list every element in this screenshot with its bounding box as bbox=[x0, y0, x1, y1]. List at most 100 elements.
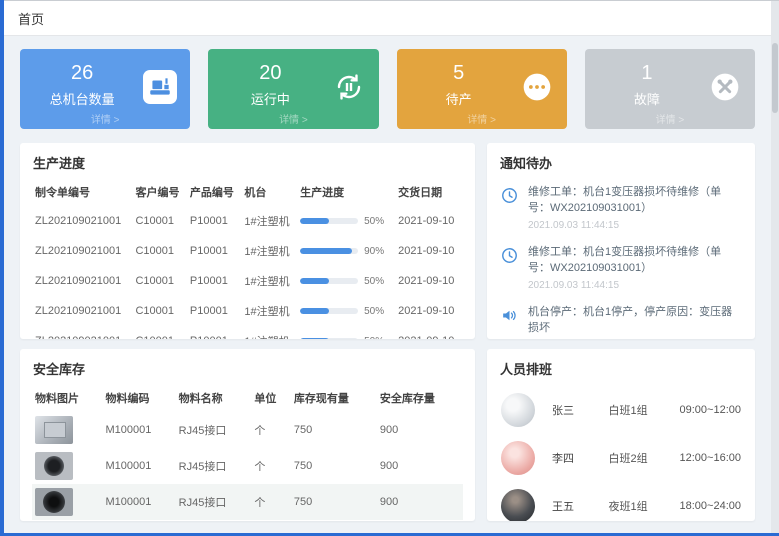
card-value: 20 bbox=[208, 62, 332, 84]
cell-code: M100001 bbox=[103, 484, 176, 520]
main-content: 26 总机台数量 详情 > 20 运行中 bbox=[4, 36, 771, 521]
cell-code: M100001 bbox=[103, 412, 176, 448]
cell-order: ZL202109021001 bbox=[32, 236, 132, 266]
ellipsis-icon bbox=[520, 70, 554, 104]
cell-unit: 个 bbox=[251, 448, 290, 484]
staff-row: 王五 夜班1组 18:00~24:00 bbox=[501, 482, 741, 521]
card-detail-link[interactable]: 详情 > bbox=[208, 111, 378, 126]
card-text: 20 运行中 bbox=[208, 62, 332, 108]
card-detail-link[interactable]: 详情 > bbox=[397, 111, 567, 126]
cell-stock: 750 bbox=[291, 448, 377, 484]
cell-date: 2021-09-10 bbox=[395, 206, 463, 236]
card-text: 5 待产 bbox=[397, 62, 521, 108]
staff-name: 张三 bbox=[552, 402, 608, 418]
cell-product: P10001 bbox=[187, 266, 241, 296]
cell-product: P10001 bbox=[187, 206, 241, 236]
table-row: ZL202109021001 C10001 P10001 1#注塑机 50% 2… bbox=[32, 206, 463, 236]
cell-machine: 1#注塑机 bbox=[241, 266, 297, 296]
speaker-icon bbox=[500, 306, 519, 325]
stat-cards-row: 26 总机台数量 详情 > 20 运行中 bbox=[20, 49, 755, 129]
cell-product: P10001 bbox=[187, 296, 241, 326]
cell-customer: C10001 bbox=[132, 236, 186, 266]
inventory-table: 物料图片 物料编码 物料名称 单位 库存现有量 安全库存量 M100001 R bbox=[32, 384, 463, 520]
staff-row: 李四 白班2组 12:00~16:00 bbox=[501, 434, 741, 482]
card-detail-link[interactable]: 详情 > bbox=[585, 111, 755, 126]
card-label: 总机台数量 bbox=[20, 89, 144, 108]
cell-date: 2021-09-10 bbox=[395, 236, 463, 266]
avatar bbox=[501, 441, 535, 475]
column-header: 单位 bbox=[251, 384, 290, 412]
tools-icon bbox=[708, 70, 742, 104]
notification-body: 维修工单：机台1变压器损坏待维修（单号：WX202109031001） 2021… bbox=[528, 245, 742, 291]
card-detail-link[interactable]: 详情 > bbox=[20, 111, 190, 126]
notification-item[interactable]: 维修工单：机台1变压器损坏待维修（单号：WX202109031001） 2021… bbox=[500, 178, 742, 238]
card-running[interactable]: 20 运行中 详情 > bbox=[208, 49, 378, 129]
clock-icon bbox=[500, 246, 519, 265]
panel-notifications: 通知待办 维修工单：机台1变压器损坏待维修（单号：WX202109031001）… bbox=[487, 143, 755, 339]
staff-name: 王五 bbox=[552, 498, 608, 514]
notification-item[interactable]: 维修工单：机台1变压器损坏待维修（单号：WX202109031001） 2021… bbox=[500, 238, 742, 298]
progress-bar bbox=[300, 278, 358, 284]
cell-safety: 900 bbox=[377, 412, 463, 448]
cell-order: ZL202109021001 bbox=[32, 296, 132, 326]
progress-label: 50% bbox=[364, 276, 384, 287]
scrollbar-thumb[interactable] bbox=[772, 43, 778, 113]
card-waiting[interactable]: 5 待产 详情 > bbox=[397, 49, 567, 129]
cell-product: P10001 bbox=[187, 236, 241, 266]
panel-title: 安全库存 bbox=[20, 349, 475, 382]
scrollbar-track[interactable] bbox=[771, 1, 779, 533]
running-icon bbox=[332, 70, 366, 104]
progress-label: 50% bbox=[364, 336, 384, 340]
cell-unit: 个 bbox=[251, 412, 290, 448]
panel-staffing: 人员排班 张三 白班1组 09:00~12:00 李四 白班2组 12:00~1… bbox=[487, 349, 755, 521]
card-value: 5 bbox=[397, 62, 521, 84]
column-header: 物料编码 bbox=[103, 384, 176, 412]
column-header: 交货日期 bbox=[395, 178, 463, 206]
cell-image bbox=[32, 484, 103, 520]
notification-list: 维修工单：机台1变压器损坏待维修（单号：WX202109031001） 2021… bbox=[487, 176, 755, 339]
column-header: 物料图片 bbox=[32, 384, 103, 412]
notification-item[interactable]: 机台停产：机台1停产，停产原因：变压器损坏 2021.09.03 11:44:1… bbox=[500, 298, 742, 339]
avatar bbox=[501, 489, 535, 521]
rj45-connector-photo bbox=[35, 416, 73, 444]
clock-icon bbox=[500, 186, 519, 205]
panel-title: 人员排班 bbox=[487, 349, 755, 382]
column-header: 客户编号 bbox=[132, 178, 186, 206]
column-header: 物料名称 bbox=[176, 384, 252, 412]
card-text: 1 故障 bbox=[585, 62, 709, 108]
cell-date: 2021-09-10 bbox=[395, 296, 463, 326]
card-total-machines[interactable]: 26 总机台数量 详情 > bbox=[20, 49, 190, 129]
column-header: 产品编号 bbox=[187, 178, 241, 206]
progress-label: 90% bbox=[364, 246, 384, 257]
staff-time: 18:00~24:00 bbox=[680, 500, 741, 512]
speaker-photo bbox=[35, 488, 73, 516]
cell-progress: 90% bbox=[297, 236, 395, 266]
panel-production-progress: 生产进度 制令单编号 客户编号 产品编号 机台 生产进度 交货日期 bbox=[20, 143, 475, 339]
notification-body: 机台停产：机台1停产，停产原因：变压器损坏 2021.09.03 11:44:1… bbox=[528, 305, 742, 339]
cell-name: RJ45接口 bbox=[176, 412, 252, 448]
production-table: 制令单编号 客户编号 产品编号 机台 生产进度 交货日期 ZL202109021… bbox=[32, 178, 463, 339]
panel-safety-stock: 安全库存 物料图片 物料编码 物料名称 单位 库存现有量 安全库存量 bbox=[20, 349, 475, 521]
card-text: 26 总机台数量 bbox=[20, 62, 144, 108]
card-value: 1 bbox=[585, 62, 709, 84]
card-value: 26 bbox=[20, 62, 144, 84]
cell-customer: C10001 bbox=[132, 266, 186, 296]
progress-bar bbox=[300, 248, 358, 254]
progress-bar bbox=[300, 218, 358, 224]
panels-grid: 生产进度 制令单编号 客户编号 产品编号 机台 生产进度 交货日期 bbox=[20, 143, 755, 521]
cell-customer: C10001 bbox=[132, 326, 186, 339]
notification-text: 维修工单：机台1变压器损坏待维修（单号：WX202109031001） bbox=[528, 185, 742, 217]
cell-progress: 50% bbox=[297, 296, 395, 326]
notification-time: 2021.09.03 11:44:15 bbox=[528, 280, 742, 291]
progress-label: 50% bbox=[364, 216, 384, 227]
cell-stock: 750 bbox=[291, 484, 377, 520]
cell-image bbox=[32, 412, 103, 448]
card-fault[interactable]: 1 故障 详情 > bbox=[585, 49, 755, 129]
table-row: M100001 RJ45接口 个 750 900 bbox=[32, 484, 463, 520]
table-row: ZL202109021001 C10001 P10001 1#注塑机 50% 2… bbox=[32, 266, 463, 296]
cell-customer: C10001 bbox=[132, 296, 186, 326]
cell-safety: 900 bbox=[377, 448, 463, 484]
notification-text: 机台停产：机台1停产，停产原因：变压器损坏 bbox=[528, 305, 742, 337]
staff-time: 12:00~16:00 bbox=[680, 452, 741, 464]
column-header: 生产进度 bbox=[297, 178, 395, 206]
